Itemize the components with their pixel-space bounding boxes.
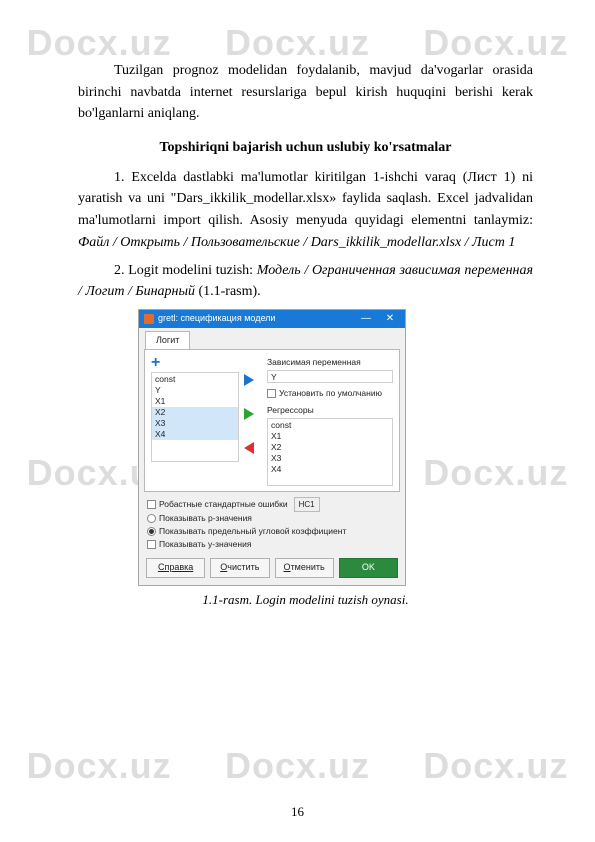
dependent-label: Зависимая переменная [247, 356, 393, 369]
arrow-column [244, 374, 254, 454]
default-checkbox[interactable] [267, 389, 276, 398]
var-item[interactable]: X1 [155, 396, 165, 406]
options-group: Робастные стандартные ошибки HC1 Показыв… [147, 497, 397, 551]
ok-button[interactable]: OK [339, 558, 398, 578]
var-item-selected[interactable]: X4 [152, 429, 238, 440]
yvalues-checkbox[interactable] [147, 540, 156, 549]
paragraph-step1: 1. Excelda dastlabki ma'lumotlar kiritil… [78, 167, 533, 254]
figure-caption: 1.1-rasm. Login modelini tuzish oynasi. [78, 590, 533, 610]
watermark-bot: Docx.uzDocx.uzDocx.uz [0, 745, 595, 787]
default-checkbox-label: Установить по умолчанию [279, 387, 382, 400]
var-item-selected[interactable]: X2 [152, 407, 238, 418]
var-item-selected[interactable]: X3 [152, 418, 238, 429]
minimize-button[interactable]: — [354, 312, 378, 326]
paragraph-step2: 2. Logit modelini tuzish: Модель / Огран… [78, 260, 533, 303]
model-spec-panel: Зависимая переменная Y Установить по умо… [247, 356, 393, 487]
close-button[interactable]: ✕ [378, 312, 402, 326]
slope-label: Показывать предельный угловой коэффициен… [159, 525, 346, 538]
app-icon [144, 314, 154, 324]
var-item[interactable]: Y [155, 385, 161, 395]
pvalues-radio[interactable] [147, 514, 156, 523]
step2-ref: (1.1-rasm). [195, 284, 261, 299]
robust-label: Робастные стандартные ошибки [159, 498, 288, 511]
reg-item[interactable]: X1 [271, 431, 281, 441]
variable-list[interactable]: const Y X1 X2 X3 X4 [151, 372, 239, 462]
arrow-remove-regressor-icon[interactable] [244, 442, 254, 454]
window-title: gretl: спецификация модели [158, 312, 354, 326]
yvalues-label: Показывать у-значения [159, 538, 251, 551]
titlebar: gretl: спецификация модели — ✕ [139, 310, 405, 328]
section-heading: Topshiriqni bajarish uchun uslubiy ko'rs… [78, 137, 533, 159]
page-number: 16 [0, 804, 595, 820]
reg-item[interactable]: const [271, 420, 291, 430]
paragraph-intro: Tuzilgan prognoz modelidan foydalanib, m… [78, 60, 533, 125]
step1-path: Файл / Открыть / Пользовательские / Dars… [78, 235, 515, 250]
tab-bar: Логит [139, 328, 405, 349]
variables-panel: + const Y X1 X2 X3 X4 [151, 356, 239, 487]
dialog-figure: gretl: спецификация модели — ✕ Логит + [78, 309, 533, 586]
step2-text: 2. Logit modelini tuzish: [114, 263, 257, 278]
dependent-field[interactable]: Y [267, 370, 393, 383]
regressors-label: Регрессоры [247, 404, 393, 417]
reg-item[interactable]: X2 [271, 442, 281, 452]
arrow-add-regressor-icon[interactable] [244, 408, 254, 420]
slope-radio[interactable] [147, 527, 156, 536]
dialog-buttons: Справка Очистить Отменить OK [139, 555, 405, 585]
robust-checkbox[interactable] [147, 500, 156, 509]
tab-page: + const Y X1 X2 X3 X4 Зависимая переменн… [144, 349, 400, 493]
tab-logit[interactable]: Логит [145, 331, 190, 350]
help-button[interactable]: Справка [146, 558, 205, 578]
regressors-list[interactable]: const X1 X2 X3 X4 [267, 418, 393, 486]
step1-text: 1. Excelda dastlabki ma'lumotlar kiritil… [78, 170, 533, 228]
document-content: Tuzilgan prognoz modelidan foydalanib, m… [0, 0, 595, 610]
reg-item[interactable]: X4 [271, 464, 281, 474]
pvalues-label: Показывать p-значения [159, 512, 252, 525]
hc-button[interactable]: HC1 [294, 497, 320, 512]
add-variable-icon[interactable]: + [151, 356, 239, 370]
gretl-dialog: gretl: спецификация модели — ✕ Логит + [138, 309, 406, 586]
reg-item[interactable]: X3 [271, 453, 281, 463]
cancel-button[interactable]: Отменить [275, 558, 334, 578]
clear-button[interactable]: Очистить [210, 558, 269, 578]
var-item[interactable]: const [155, 374, 175, 384]
arrow-add-dependent-icon[interactable] [244, 374, 254, 386]
